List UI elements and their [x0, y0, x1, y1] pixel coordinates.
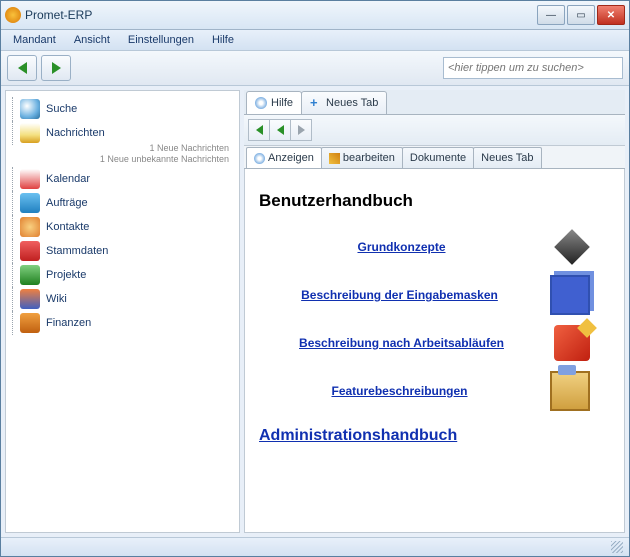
menu-einstellungen[interactable]: Einstellungen [120, 32, 202, 48]
subtab-label: bearbeiten [343, 152, 395, 164]
tab-label: Hilfe [271, 97, 293, 109]
content-navbar [244, 115, 625, 146]
sidebar-label: Finanzen [46, 317, 91, 329]
arrow-right-icon [52, 62, 61, 74]
arrow-left-icon [277, 125, 284, 135]
app-icon [5, 7, 21, 23]
close-button[interactable]: ✕ [597, 5, 625, 25]
sidebar-item-stammdaten[interactable]: Stammdaten [10, 239, 235, 263]
link-eingabemasken[interactable]: Beschreibung der Eingabemasken [259, 288, 540, 302]
search-icon [20, 99, 40, 119]
arrow-left-icon [256, 125, 263, 135]
tabs: Hilfe + Neues Tab [244, 90, 625, 115]
subtab-label: Dokumente [410, 152, 466, 164]
package-icon [550, 371, 590, 411]
sidebar-item-kalendar[interactable]: Kalendar [10, 167, 235, 191]
contacts-icon [20, 217, 40, 237]
sidebar-label: Suche [46, 103, 77, 115]
menubar: Mandant Ansicht Einstellungen Hilfe [1, 30, 629, 51]
nav2-back-button[interactable] [269, 119, 291, 141]
info-icon [255, 97, 267, 109]
sidebar-label: Projekte [46, 269, 86, 281]
projects-icon [20, 265, 40, 285]
link-grundkonzepte[interactable]: Grundkonzepte [259, 240, 544, 254]
sidebar-item-suche[interactable]: Suche [10, 97, 235, 121]
sidebar-item-projekte[interactable]: Projekte [10, 263, 235, 287]
nav-back-button[interactable] [7, 55, 37, 81]
sidebar-item-wiki[interactable]: Wiki [10, 287, 235, 311]
wiki-icon [20, 289, 40, 309]
sidebar-label: Kalendar [46, 173, 90, 185]
sidebar: Suche Nachrichten 1 Neue Nachrichten 1 N… [5, 90, 240, 533]
tab-hilfe[interactable]: Hilfe [246, 91, 302, 114]
sidebar-label: Kontakte [46, 221, 89, 233]
subtabs: Anzeigen bearbeiten Dokumente Neues Tab [244, 146, 625, 169]
subtab-label: Neues Tab [481, 152, 533, 164]
link-featurebeschreibungen[interactable]: Featurebeschreibungen [259, 384, 540, 398]
arrow-right-icon [298, 125, 305, 135]
arrow-left-icon [18, 62, 27, 74]
sidebar-item-nachrichten[interactable]: Nachrichten [10, 121, 235, 145]
edit-note-icon [554, 325, 590, 361]
sidebar-item-finanzen[interactable]: Finanzen [10, 311, 235, 335]
mail-icon [20, 123, 40, 143]
resize-grip-icon[interactable] [611, 541, 623, 553]
windows-icon [550, 275, 590, 315]
menu-hilfe[interactable]: Hilfe [204, 32, 242, 48]
window-title: Promet-ERP [25, 8, 537, 22]
nav-forward-button[interactable] [41, 55, 71, 81]
calendar-icon [20, 169, 40, 189]
cube-icon [554, 229, 590, 265]
minimize-button[interactable]: — [537, 5, 565, 25]
toolbar [1, 51, 629, 86]
masterdata-icon [20, 241, 40, 261]
sidebar-label: Aufträge [46, 197, 88, 209]
search-input[interactable] [443, 57, 623, 79]
main-panel: Hilfe + Neues Tab Anzeigen bearbeiten Dok… [244, 90, 625, 533]
content-area: Benutzerhandbuch Grundkonzepte Beschreib… [244, 169, 625, 533]
orders-icon [20, 193, 40, 213]
edit-icon [329, 153, 340, 164]
nav2-first-button[interactable] [248, 119, 270, 141]
nav2-forward-button[interactable] [290, 119, 312, 141]
subtab-bearbeiten[interactable]: bearbeiten [321, 147, 403, 168]
sidebar-item-auftraege[interactable]: Aufträge [10, 191, 235, 215]
statusbar [1, 537, 629, 556]
subtab-label: Anzeigen [268, 152, 314, 164]
menu-mandant[interactable]: Mandant [5, 32, 64, 48]
maximize-button[interactable]: ▭ [567, 5, 595, 25]
sidebar-label: Nachrichten [46, 127, 105, 139]
sidebar-label: Wiki [46, 293, 67, 305]
subtab-neues[interactable]: Neues Tab [473, 147, 541, 168]
view-icon [254, 153, 265, 164]
plus-icon: + [310, 97, 322, 109]
link-arbeitsablaeufe[interactable]: Beschreibung nach Arbeitsabläufen [259, 336, 544, 350]
menu-ansicht[interactable]: Ansicht [66, 32, 118, 48]
tab-label: Neues Tab [326, 97, 378, 109]
sidebar-label: Stammdaten [46, 245, 108, 257]
tab-neues[interactable]: + Neues Tab [301, 91, 387, 114]
titlebar: Promet-ERP — ▭ ✕ [1, 1, 629, 30]
app-window: Promet-ERP — ▭ ✕ Mandant Ansicht Einstel… [0, 0, 630, 557]
link-administrationshandbuch[interactable]: Administrationshandbuch [259, 427, 610, 445]
subtab-dokumente[interactable]: Dokumente [402, 147, 474, 168]
subtab-anzeigen[interactable]: Anzeigen [246, 147, 322, 168]
finance-icon [20, 313, 40, 333]
sidebar-item-kontakte[interactable]: Kontakte [10, 215, 235, 239]
page-title: Benutzerhandbuch [259, 191, 610, 211]
sidebar-subtext: 1 Neue unbekannte Nachrichten [10, 154, 235, 165]
